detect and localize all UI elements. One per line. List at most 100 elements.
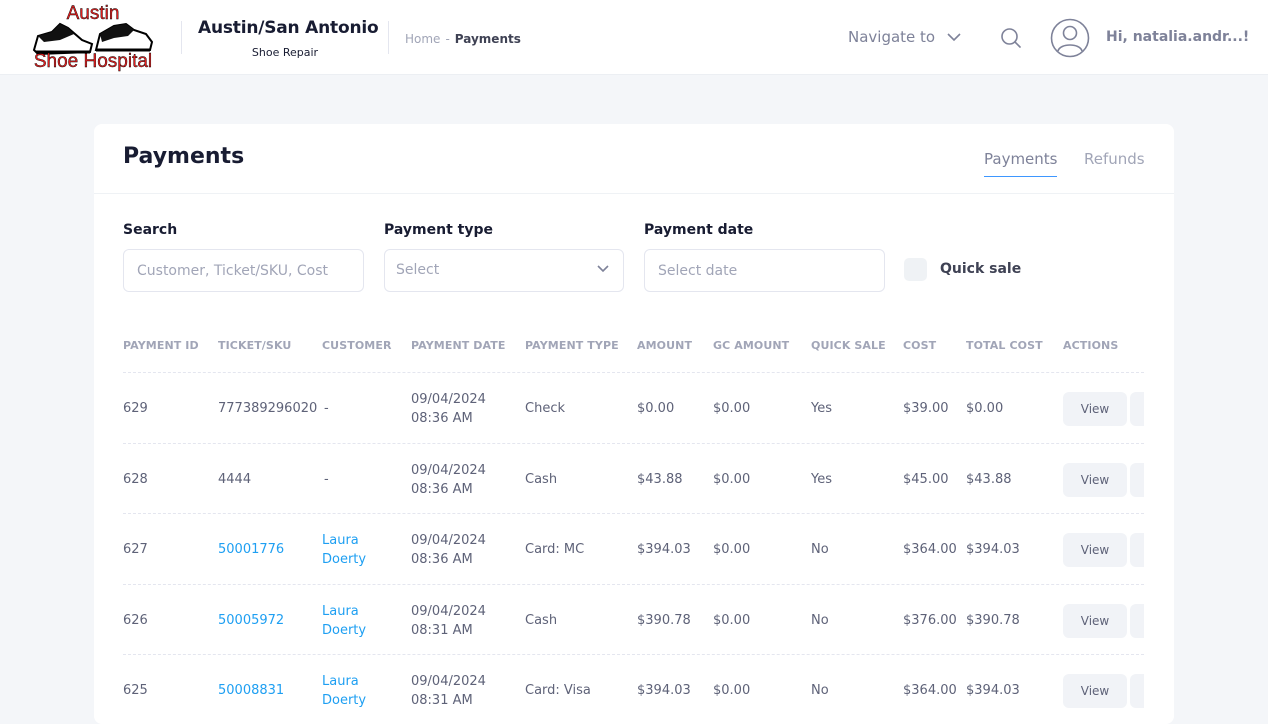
- view-button[interactable]: View: [1063, 392, 1127, 426]
- cell-ticket: 4444: [218, 472, 252, 487]
- more-actions-button[interactable]: [1130, 674, 1144, 708]
- payment-date: 09/04/2024: [411, 532, 486, 548]
- cell-cost: $364.00: [903, 542, 957, 557]
- payment-date-label: Payment date: [644, 222, 754, 238]
- cell-quick-sale: No: [811, 613, 829, 628]
- table-row: 626 50005972 Laura Doerty 09/04/2024 08:31 AM…: [123, 584, 1144, 655]
- payment-type-select[interactable]: Select: [384, 249, 624, 292]
- search-input[interactable]: [123, 249, 364, 292]
- tab-refunds[interactable]: Refunds: [1084, 150, 1145, 168]
- page-title: Payments: [123, 144, 245, 169]
- cell-quick-sale: Yes: [811, 401, 832, 416]
- cell-amount: $394.03: [637, 683, 691, 698]
- payment-time: 08:36 AM: [411, 410, 473, 426]
- column-header-payment-id: PAYMENT ID: [123, 339, 199, 352]
- ticket-link[interactable]: 50008831: [218, 655, 284, 724]
- cell-total-cost: $394.03: [966, 542, 1020, 557]
- payment-date: 09/04/2024: [411, 673, 486, 689]
- column-header-total-cost: TOTAL COST: [966, 339, 1043, 352]
- cell-payment-id: 628: [123, 472, 148, 487]
- customer-last-name: Doerty: [322, 692, 367, 708]
- cell-cost: $39.00: [903, 401, 949, 416]
- cell-payment-type: Card: Visa: [525, 683, 591, 698]
- cell-gc-amount: $0.00: [713, 401, 751, 416]
- column-header-quick-sale: QUICK SALE: [811, 339, 886, 352]
- cell-payment-type: Card: MC: [525, 542, 585, 557]
- payment-time: 08:36 AM: [411, 551, 473, 567]
- search-label: Search: [123, 222, 178, 238]
- austin-shoe-hospital-logo[interactable]: Austin Shoe Hospital: [30, 4, 156, 71]
- column-header-payment-date: PAYMENT DATE: [411, 339, 506, 352]
- brand-subtitle: Shoe Repair: [251, 46, 319, 59]
- quick-sale-label: Quick sale: [940, 261, 1022, 277]
- header-divider: [181, 21, 182, 54]
- cell-amount: $394.03: [637, 542, 691, 557]
- tab-payments[interactable]: Payments: [984, 150, 1058, 177]
- payment-date-input[interactable]: [644, 249, 885, 292]
- payment-time: 08:36 AM: [411, 481, 473, 497]
- customer-link[interactable]: Laura Doerty: [322, 585, 366, 656]
- column-header-payment-type: PAYMENT TYPE: [525, 339, 619, 352]
- customer-link[interactable]: Laura Doerty: [322, 514, 366, 585]
- cell-payment-type: Check: [525, 401, 565, 416]
- customer-first-name: -: [324, 401, 329, 416]
- customer-first-name: Laura: [322, 673, 359, 689]
- cell-gc-amount: $0.00: [713, 472, 751, 487]
- search-icon[interactable]: [1000, 27, 1022, 49]
- header-divider: [388, 21, 389, 54]
- view-button[interactable]: View: [1063, 463, 1127, 497]
- cell-total-cost: $43.88: [966, 472, 1012, 487]
- more-actions-button[interactable]: [1130, 463, 1144, 497]
- payment-date: 09/04/2024: [411, 603, 486, 619]
- payment-time: 08:31 AM: [411, 622, 473, 638]
- cell-cost: $45.00: [903, 472, 949, 487]
- more-actions-button[interactable]: [1130, 533, 1144, 567]
- customer-link[interactable]: Laura Doerty: [322, 655, 366, 724]
- column-header-gc-amount: GC AMOUNT: [713, 339, 790, 352]
- breadcrumb-home-link[interactable]: Home: [405, 32, 440, 46]
- cell-payment-type: Cash: [525, 472, 558, 487]
- ticket-link[interactable]: 50005972: [218, 585, 284, 656]
- view-button[interactable]: View: [1063, 533, 1127, 567]
- user-avatar-icon[interactable]: [1050, 18, 1090, 58]
- breadcrumb: Home - Payments: [405, 32, 521, 46]
- cell-cost: $376.00: [903, 613, 957, 628]
- cell-payment-id: 625: [123, 683, 148, 698]
- table-row: 625 50008831 Laura Doerty 09/04/2024 08:31 AM…: [123, 654, 1144, 724]
- payment-time: 08:31 AM: [411, 692, 473, 708]
- payment-date: 09/04/2024: [411, 391, 486, 407]
- cell-quick-sale: Yes: [811, 472, 832, 487]
- payment-date: 09/04/2024: [411, 462, 486, 478]
- payment-type-label: Payment type: [384, 222, 493, 238]
- cell-gc-amount: $0.00: [713, 683, 751, 698]
- cell-total-cost: $0.00: [966, 401, 1004, 416]
- customer-first-name: -: [324, 472, 329, 487]
- card-header: Payments Payments Refunds: [94, 124, 1174, 194]
- top-header: Austin Shoe Hospital Austin/San Antonio …: [0, 0, 1268, 75]
- table-row: 628 4444 - 09/04/2024 08:36 AM Cash $43.88 $0.0…: [123, 443, 1144, 514]
- navigate-to-label: Navigate to: [848, 28, 936, 46]
- cell-customer: -: [324, 373, 329, 444]
- view-button[interactable]: View: [1063, 674, 1127, 708]
- cell-gc-amount: $0.00: [713, 613, 751, 628]
- more-actions-button[interactable]: [1130, 392, 1144, 426]
- ticket-link[interactable]: 50001776: [218, 514, 284, 585]
- cell-ticket: 777389296020: [218, 401, 318, 416]
- table-row: 627 50001776 Laura Doerty 09/04/2024 08:36 AM…: [123, 513, 1144, 584]
- cell-payment-date: 09/04/2024 08:36 AM: [411, 444, 486, 515]
- cell-quick-sale: No: [811, 683, 829, 698]
- column-header-cost: COST: [903, 339, 937, 352]
- cell-payment-id: 626: [123, 613, 148, 628]
- quick-sale-checkbox[interactable]: [904, 258, 927, 281]
- brand-title: Austin/San Antonio: [198, 18, 379, 38]
- view-button[interactable]: View: [1063, 604, 1127, 638]
- table-row: 629 777389296020- 09/04/2024 08:36 AM Check $…: [123, 372, 1144, 443]
- column-header-customer: CUSTOMER: [322, 339, 392, 352]
- cell-payment-date: 09/04/2024 08:36 AM: [411, 514, 486, 585]
- customer-last-name: Doerty: [322, 551, 367, 567]
- more-actions-button[interactable]: [1130, 604, 1144, 638]
- column-header-amount: AMOUNT: [637, 339, 693, 352]
- cell-total-cost: $394.03: [966, 683, 1020, 698]
- navigate-to-dropdown[interactable]: Navigate to: [848, 28, 961, 46]
- user-greeting[interactable]: Hi, natalia.andr...!: [1106, 29, 1249, 45]
